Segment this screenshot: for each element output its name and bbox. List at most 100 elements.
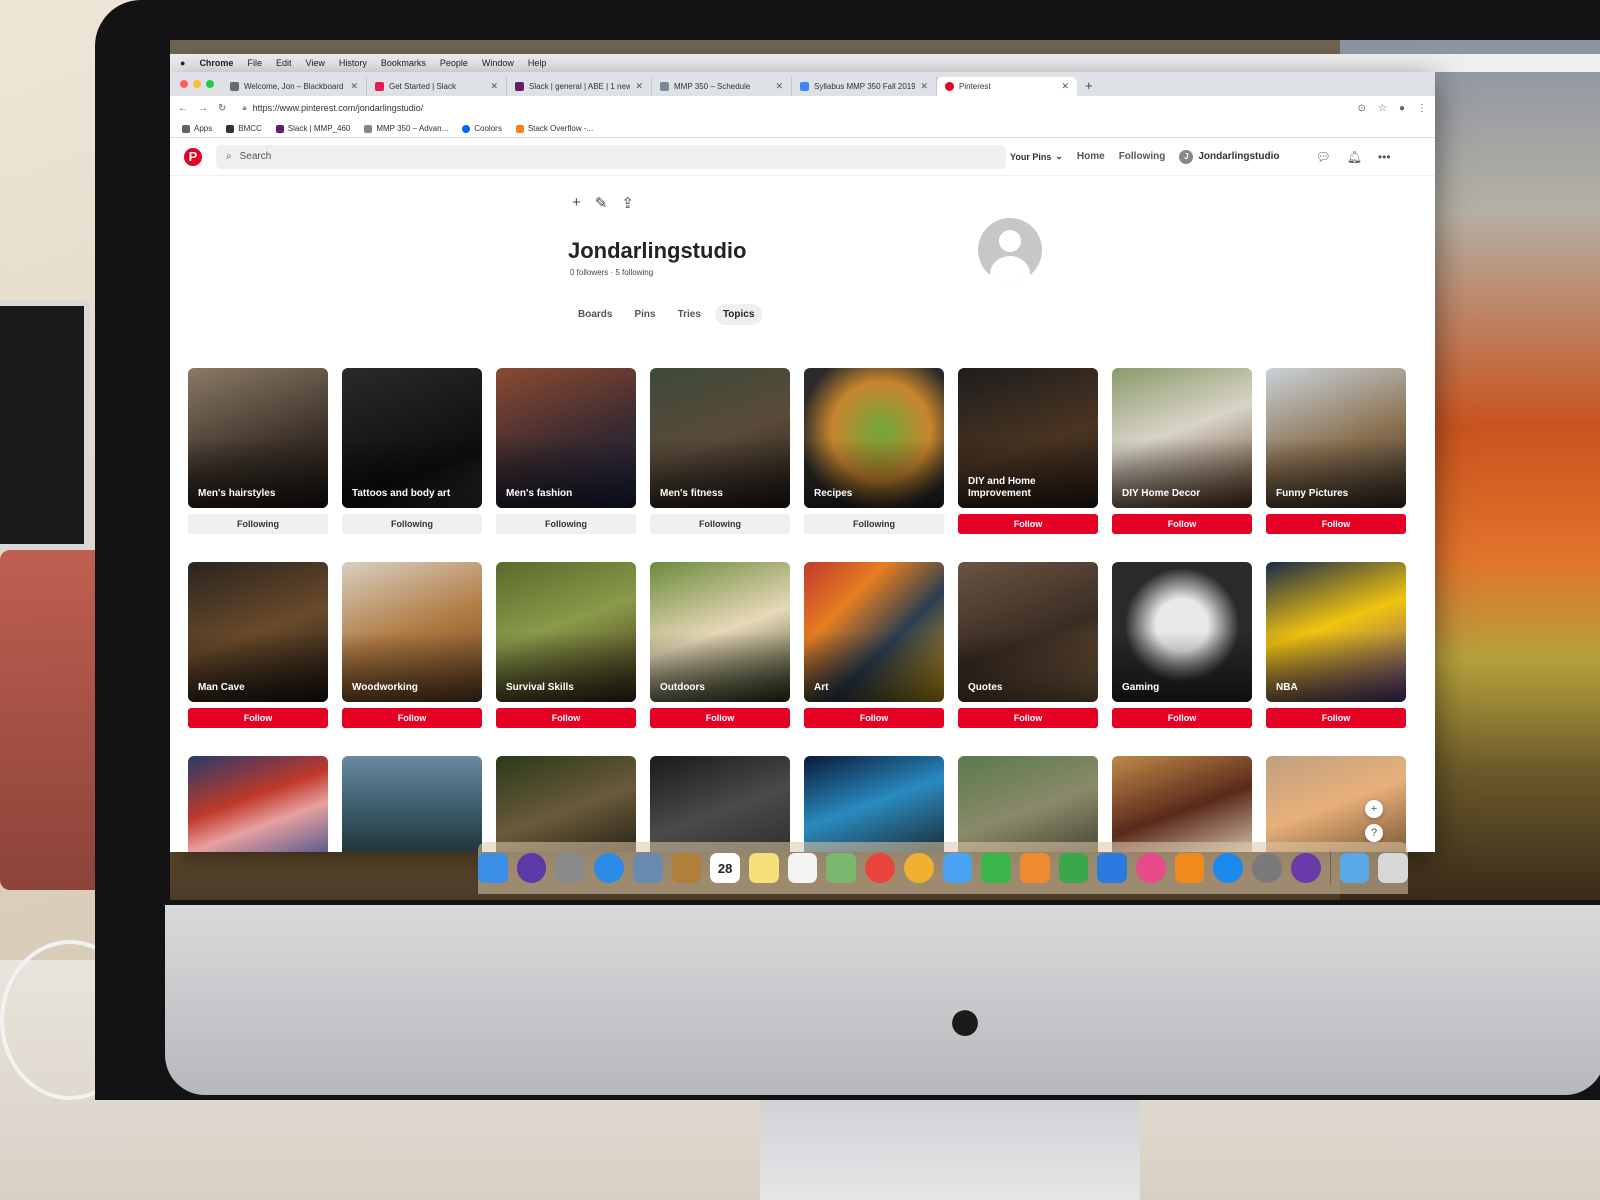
topic-card[interactable]: Quotes Follow [958, 562, 1098, 728]
follow-button[interactable]: Follow [1112, 708, 1252, 728]
books-icon[interactable] [1174, 853, 1205, 883]
menu-bookmarks[interactable]: Bookmarks [381, 58, 426, 68]
close-tab-icon[interactable]: ✕ [350, 81, 358, 92]
following-button[interactable]: Following [496, 514, 636, 534]
topic-image[interactable] [958, 756, 1098, 852]
browser-tab[interactable]: MMP 350 – Schedule ✕ [652, 77, 792, 96]
downloads-folder-icon[interactable] [1339, 853, 1370, 883]
reload-icon[interactable]: ↻ [218, 103, 226, 114]
bookmark-stackoverflow[interactable]: Stack Overflow -... [515, 124, 593, 133]
following-button[interactable]: Following [342, 514, 482, 534]
topic-card[interactable]: Survival Skills Follow [496, 562, 636, 728]
menu-chrome[interactable]: Chrome [199, 58, 233, 68]
topic-image[interactable]: Recipes [804, 368, 944, 508]
topic-card[interactable]: Woodworking Follow [342, 562, 482, 728]
topic-card[interactable]: Men's hairstyles Following [188, 368, 328, 534]
topic-card[interactable] [188, 756, 328, 852]
app-store-icon[interactable] [1213, 853, 1244, 883]
bookmark-mmp350[interactable]: MMP 350 – Advan... [364, 124, 448, 133]
topic-card[interactable]: Recipes Following [804, 368, 944, 534]
trash-icon[interactable] [1378, 853, 1408, 883]
topic-card[interactable] [1112, 756, 1252, 852]
notifications-bell-icon[interactable]: 🔔︎ [1347, 150, 1362, 164]
your-pins-dropdown[interactable]: Your Pins ⌄ [1010, 151, 1063, 162]
pinterest-logo[interactable]: P [184, 147, 202, 166]
system-preferences-icon[interactable] [1252, 853, 1282, 883]
close-window-button[interactable] [180, 80, 188, 88]
topic-image[interactable]: Men's fashion [496, 368, 636, 508]
follow-button[interactable]: Follow [958, 514, 1098, 534]
minimize-window-button[interactable] [193, 80, 201, 88]
topic-card[interactable]: Man Cave Follow [188, 562, 328, 728]
safari-icon[interactable] [594, 853, 624, 883]
follow-button[interactable]: Follow [496, 708, 636, 728]
follow-button[interactable]: Follow [650, 708, 790, 728]
profile-stats[interactable]: 0 followers · 5 following [570, 268, 653, 277]
topic-image[interactable] [650, 756, 790, 852]
zoom-window-button[interactable] [206, 80, 214, 88]
topic-image[interactable]: Survival Skills [496, 562, 636, 702]
topic-image[interactable] [1266, 756, 1406, 852]
zoom-icon[interactable]: ⊙ [1358, 103, 1366, 114]
topic-image[interactable]: Art [804, 562, 944, 702]
pages-icon[interactable] [1019, 853, 1050, 883]
topic-image[interactable] [804, 756, 944, 852]
topic-image[interactable] [1112, 756, 1252, 852]
close-tab-icon[interactable]: ✕ [635, 81, 643, 92]
back-icon[interactable]: ← [178, 103, 188, 114]
topic-card[interactable]: Tattoos and body art Following [342, 368, 482, 534]
topic-image[interactable]: Woodworking [342, 562, 482, 702]
share-icon[interactable]: ⇪ [621, 194, 634, 212]
menu-edit[interactable]: Edit [276, 58, 292, 68]
edit-pencil-icon[interactable]: ✎ [595, 194, 608, 212]
close-tab-icon[interactable]: ✕ [775, 81, 783, 92]
topic-card[interactable] [496, 756, 636, 852]
browser-tab-active[interactable]: Pinterest ✕ [937, 77, 1077, 96]
menu-window[interactable]: Window [482, 58, 514, 68]
browser-tab[interactable]: Get Started | Slack ✕ [367, 77, 507, 96]
apple-menu-icon[interactable]: ● [180, 58, 185, 68]
photos-icon[interactable] [903, 853, 934, 883]
notes-icon[interactable] [748, 853, 779, 883]
forward-icon[interactable]: → [198, 103, 208, 114]
browser-tab[interactable]: Welcome, Jon – Blackboard Le ✕ [222, 77, 367, 96]
nav-home[interactable]: Home [1077, 151, 1105, 162]
topic-card[interactable] [958, 756, 1098, 852]
address-bar[interactable]: 🔒︎ https://www.pinterest.com/jondarlings… [236, 99, 1347, 117]
topic-card[interactable]: Art Follow [804, 562, 944, 728]
reminders-icon[interactable] [787, 853, 818, 883]
browser-tab[interactable]: Slack | general | ABE | 1 new it ✕ [507, 77, 652, 96]
tab-pins[interactable]: Pins [626, 304, 663, 325]
topic-image[interactable]: Men's hairstyles [188, 368, 328, 508]
profile-avatar[interactable] [978, 218, 1042, 282]
maps-icon[interactable] [826, 853, 857, 883]
preview-icon[interactable] [632, 853, 663, 883]
follow-button[interactable]: Follow [1112, 514, 1252, 534]
numbers-icon[interactable] [1058, 853, 1089, 883]
topic-card[interactable]: Men's fashion Following [496, 368, 636, 534]
menu-file[interactable]: File [247, 58, 262, 68]
topic-image[interactable]: NBA [1266, 562, 1406, 702]
tab-tries[interactable]: Tries [670, 304, 709, 325]
topic-card[interactable] [1266, 756, 1406, 852]
tab-boards[interactable]: Boards [570, 304, 620, 325]
topic-image[interactable]: Gaming [1112, 562, 1252, 702]
chrome-menu-icon[interactable]: ⋮ [1417, 103, 1427, 114]
topic-image[interactable]: Men's fitness [650, 368, 790, 508]
bookmark-apps[interactable]: Apps [182, 124, 212, 133]
close-tab-icon[interactable]: ✕ [1061, 81, 1069, 92]
topic-card[interactable]: Funny Pictures Follow [1266, 368, 1406, 534]
topic-card[interactable] [650, 756, 790, 852]
follow-button[interactable]: Follow [1266, 514, 1406, 534]
facetime-icon[interactable] [981, 853, 1011, 883]
topic-image[interactable]: DIY Home Decor [1112, 368, 1252, 508]
user-profile-link[interactable]: J Jondarlingstudio [1179, 149, 1279, 164]
topic-image[interactable]: DIY and Home Improvement [958, 368, 1098, 508]
menu-history[interactable]: History [339, 58, 367, 68]
topic-image[interactable] [188, 756, 328, 852]
topic-image[interactable] [496, 756, 636, 852]
keynote-icon[interactable] [1097, 853, 1128, 883]
topic-card[interactable]: DIY Home Decor Follow [1112, 368, 1252, 534]
menu-view[interactable]: View [305, 58, 324, 68]
bookmark-coolors[interactable]: Coolors [462, 124, 502, 133]
